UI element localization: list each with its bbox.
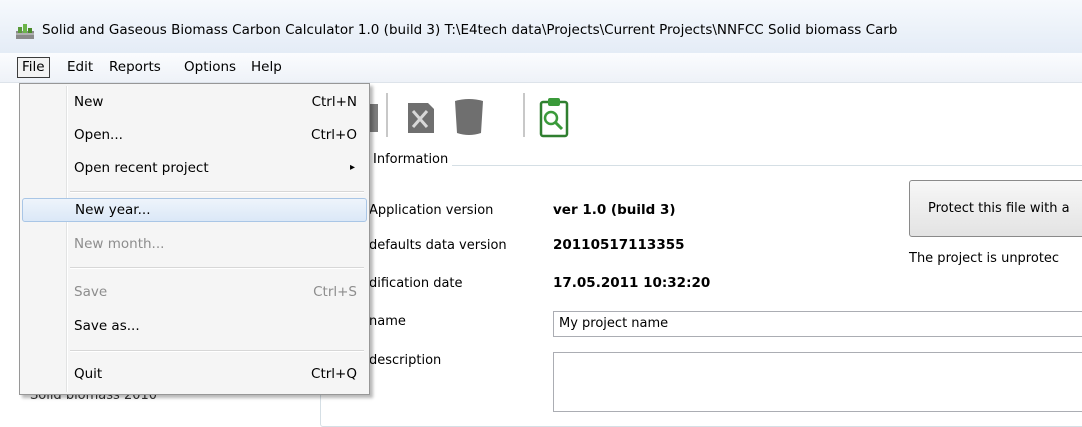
project-name-label: name — [369, 314, 406, 329]
menu-item-label: Quit — [74, 366, 103, 382]
menu-item-label: Open recent project — [74, 160, 209, 176]
menu-item-open[interactable]: Open... Ctrl+O — [22, 124, 367, 148]
menu-reports[interactable]: Reports — [105, 58, 165, 77]
menu-separator — [70, 192, 364, 193]
defaults-data-version-value: 20110517113355 — [553, 237, 685, 253]
menu-item-new-year[interactable]: New year... — [22, 198, 367, 222]
information-group-title: Information — [369, 152, 453, 167]
modification-date-value: 17.05.2011 10:32:20 — [553, 275, 711, 291]
menu-item-shortcut: Ctrl+Q — [311, 366, 357, 382]
menu-item-save-as[interactable]: Save as... — [22, 315, 367, 339]
menu-item-label: Save as... — [74, 318, 140, 334]
file-menu-dropdown: New Ctrl+N Open... Ctrl+O Open recent pr… — [19, 83, 370, 395]
menu-edit[interactable]: Edit — [63, 58, 97, 77]
menu-item-shortcut: Ctrl+N — [311, 94, 357, 110]
menu-help[interactable]: Help — [247, 58, 286, 77]
submenu-arrow-icon: ▸ — [349, 162, 355, 173]
protection-status: The project is unprotec — [909, 251, 1060, 266]
title-bar: Solid and Gaseous Biomass Carbon Calcula… — [0, 0, 1082, 53]
menu-separator — [70, 268, 364, 269]
application-version-label: Application version — [369, 203, 494, 218]
menu-item-shortcut: Ctrl+S — [313, 284, 357, 300]
menu-separator — [70, 351, 364, 352]
project-description-input[interactable] — [553, 352, 1082, 412]
application-version-value: ver 1.0 (build 3) — [553, 202, 676, 218]
window-title: Solid and Gaseous Biomass Carbon Calcula… — [42, 22, 898, 38]
defaults-data-version-label: defaults data version — [369, 238, 507, 253]
menu-item-new-month: New month... — [22, 233, 367, 257]
menu-options[interactable]: Options — [180, 58, 240, 77]
menu-item-label: New year... — [75, 202, 151, 218]
menu-item-save: Save Ctrl+S — [22, 281, 367, 305]
modification-date-label: dification date — [369, 276, 463, 291]
project-name-input[interactable]: My project name — [553, 311, 1082, 337]
menu-bar: File Edit Reports Options Help — [0, 53, 1082, 83]
menu-item-label: Save — [74, 284, 108, 300]
menu-item-quit[interactable]: Quit Ctrl+Q — [22, 363, 367, 387]
menu-item-new[interactable]: New Ctrl+N — [22, 91, 367, 115]
menu-item-label: Open... — [74, 127, 123, 143]
toolbar-separator — [386, 93, 388, 137]
project-description-label: description — [369, 353, 442, 368]
menu-file[interactable]: File — [17, 57, 50, 78]
menu-item-shortcut: Ctrl+O — [311, 127, 357, 143]
trash-icon[interactable] — [451, 97, 487, 137]
menu-item-open-recent[interactable]: Open recent project ▸ — [22, 157, 367, 181]
delete-icon[interactable] — [400, 97, 440, 137]
menu-item-label: New month... — [74, 236, 165, 252]
protect-file-button[interactable]: Protect this file with a — [909, 180, 1082, 237]
app-icon — [16, 24, 34, 39]
toolbar-separator — [523, 93, 525, 137]
menu-item-label: New — [74, 94, 104, 110]
report-icon[interactable] — [536, 96, 572, 140]
